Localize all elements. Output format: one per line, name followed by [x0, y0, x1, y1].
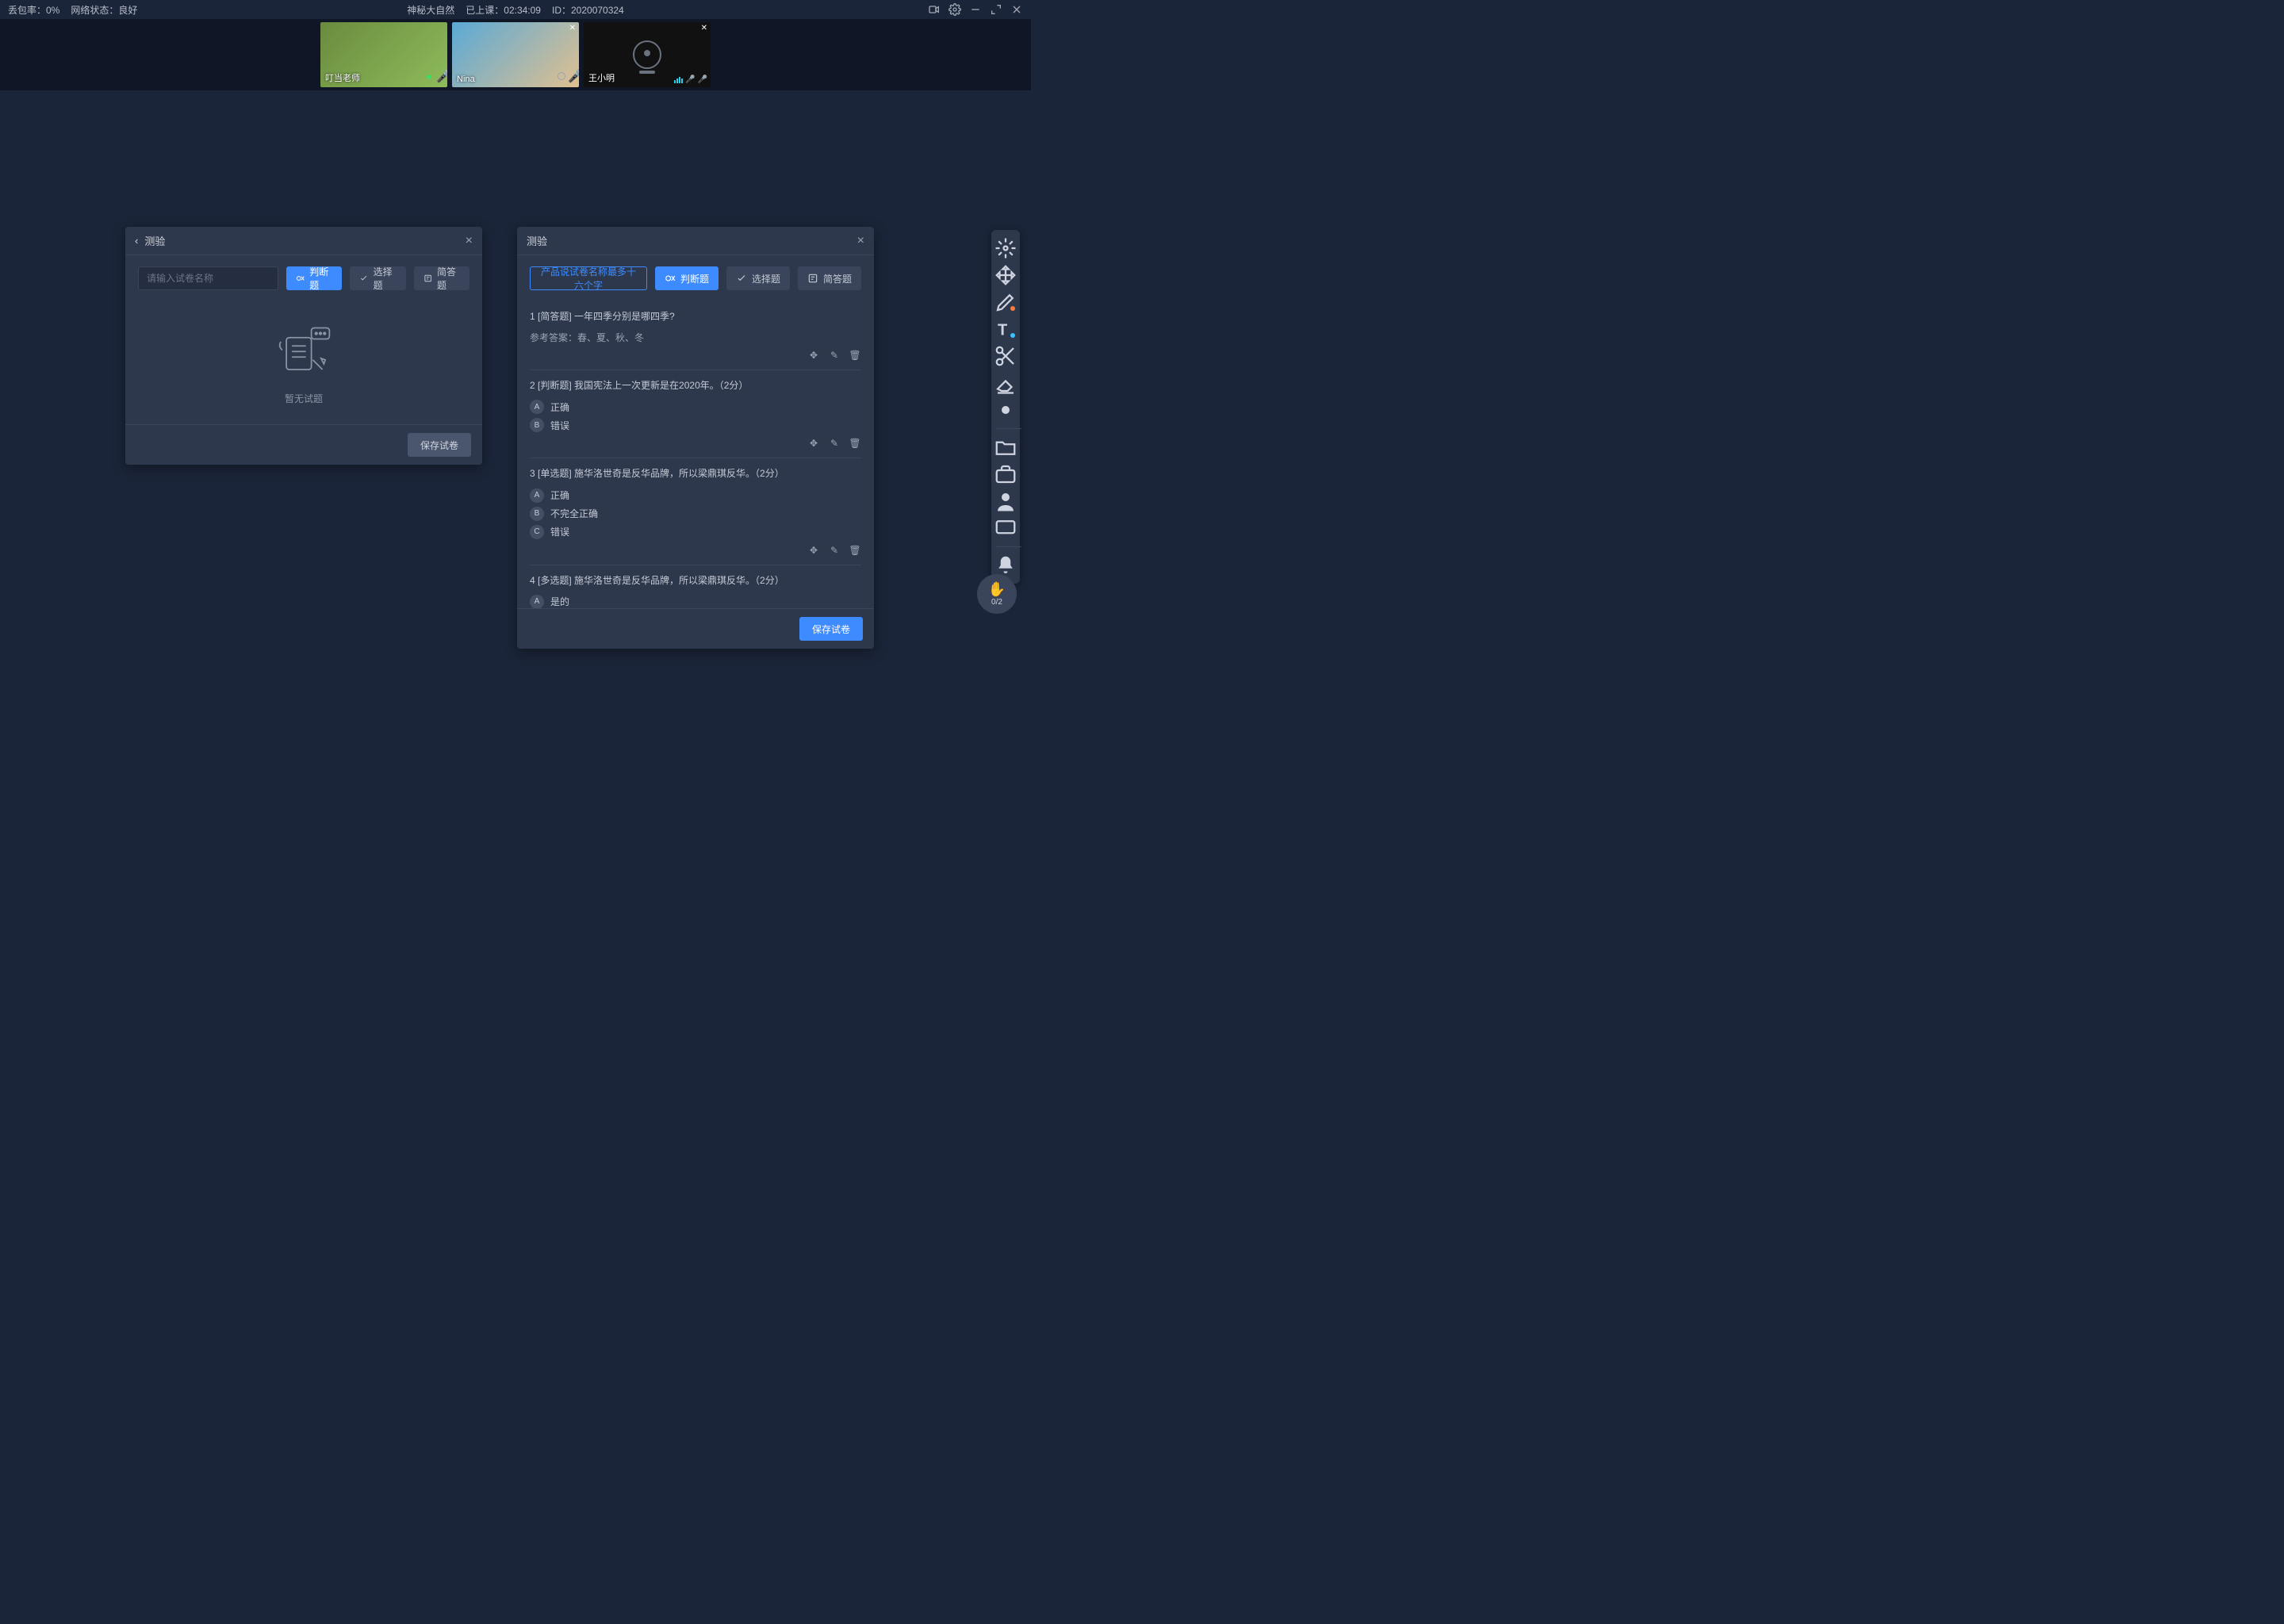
signal-icon [424, 71, 434, 81]
mic-muted-icon: 🎤 [685, 75, 695, 84]
mic-icon: 🎤 [436, 68, 444, 84]
right-toolbar: T [991, 230, 1020, 584]
panel-title: 测验 [527, 233, 547, 248]
delete-icon[interactable]: 🗑 [849, 544, 861, 557]
quiz-panel-empty: ‹ 测验 × 判断题 选择题 简答题 [125, 227, 482, 465]
toolbox-tool[interactable] [993, 462, 1018, 486]
save-quiz-button[interactable]: 保存试卷 [408, 433, 471, 457]
hand-icon: ✋ [988, 581, 1006, 598]
signal-icon [558, 72, 565, 80]
quiz-panel-filled: 测验 × 产品说试卷名称最多十六个字 判断题 选择题 简答题 1 [简答题] 一… [517, 227, 874, 649]
question-1: 1 [简答题] 一年四季分别是哪四季? 参考答案：春、夏、秋、冬 ✥ ✎ 🗑 [530, 301, 861, 370]
empty-state: 暂无试题 [138, 301, 469, 424]
text-tool[interactable]: T [993, 317, 1018, 341]
text-icon [807, 273, 818, 284]
record-icon[interactable] [928, 3, 941, 16]
pen-tool[interactable] [993, 290, 1018, 314]
empty-illustration-icon [272, 325, 335, 381]
separator [996, 546, 1021, 547]
close-icon[interactable]: ✕ [569, 24, 576, 33]
delete-icon[interactable]: 🗑 [849, 349, 861, 362]
shortanswer-type-chip[interactable]: 简答题 [414, 266, 469, 290]
brightness-tool[interactable] [993, 398, 1018, 422]
close-icon[interactable]: ✕ [701, 24, 707, 33]
elapsed: 已上课：02:34:09 [466, 3, 541, 17]
scissors-tool[interactable] [993, 344, 1018, 368]
close-window-icon[interactable] [1010, 3, 1023, 16]
choice-type-chip[interactable]: 选择题 [350, 266, 405, 290]
settings-icon[interactable] [948, 3, 961, 16]
cursor-tool[interactable] [993, 236, 1018, 260]
network-status: 网络状态：良好 [71, 3, 137, 17]
close-icon[interactable]: × [857, 234, 864, 248]
eraser-tool[interactable] [993, 371, 1018, 395]
edit-icon[interactable]: ✎ [828, 349, 841, 362]
empty-text: 暂无试题 [285, 392, 323, 405]
packet-loss: 丢包率：0% [8, 3, 59, 17]
move-icon[interactable]: ✥ [807, 349, 820, 362]
svg-text:T: T [998, 322, 1007, 339]
judge-type-chip[interactable]: 判断题 [286, 266, 342, 290]
mic-icon: 🎤 [698, 75, 707, 84]
question-3: 3 [单选题] 施华洛世奇是反华品牌，所以梁鼎琪反华。（2分） A正确 B不完全… [530, 458, 861, 565]
question-2: 2 [判断题] 我国宪法上一次更新是在2020年。（2分） A正确 B错误 ✥ … [530, 370, 861, 458]
quiz-name-input[interactable]: 产品说试卷名称最多十六个字 [530, 266, 647, 290]
video-tile-teacher[interactable]: 叮当老师 🎤 [320, 22, 447, 87]
quiz-name-input[interactable] [138, 266, 278, 290]
lesson-id: ID：2020070324 [552, 3, 624, 17]
video-tile-student-1[interactable]: ✕ Nina 🎤 [452, 22, 579, 87]
video-strip: 叮当老师 🎤 ✕ Nina 🎤 ✕ 王小明 🎤 🎤 [0, 19, 1031, 90]
text-icon [423, 273, 432, 284]
lesson-title: 神秘大自然 [407, 3, 454, 17]
audio-level-icon [674, 77, 683, 83]
move-icon[interactable]: ✥ [807, 544, 820, 557]
judge-icon [665, 273, 676, 284]
top-bar: 丢包率：0% 网络状态：良好 神秘大自然 已上课：02:34:09 ID：202… [0, 0, 1031, 19]
judge-type-chip[interactable]: 判断题 [655, 266, 719, 290]
minimize-icon[interactable] [969, 3, 982, 16]
chat-tool[interactable] [993, 516, 1018, 540]
back-icon[interactable]: ‹ [135, 235, 138, 247]
mic-icon: 🎤 [568, 68, 576, 84]
move-icon[interactable]: ✥ [807, 437, 820, 450]
edit-icon[interactable]: ✎ [828, 437, 841, 450]
camera-off-icon [633, 40, 661, 69]
people-tool[interactable] [993, 489, 1018, 513]
choice-type-chip[interactable]: 选择题 [726, 266, 790, 290]
panel-title: 测验 [144, 233, 165, 248]
close-icon[interactable]: × [466, 234, 473, 248]
save-quiz-button[interactable]: 保存试卷 [799, 617, 863, 641]
shortanswer-type-chip[interactable]: 简答题 [798, 266, 861, 290]
maximize-icon[interactable] [990, 3, 1002, 16]
edit-icon[interactable]: ✎ [828, 544, 841, 557]
delete-icon[interactable]: 🗑 [849, 437, 861, 450]
hand-raise-button[interactable]: ✋ 0/2 [977, 574, 1017, 614]
move-tool[interactable] [993, 263, 1018, 287]
hand-count: 0/2 [991, 598, 1002, 607]
separator [996, 428, 1021, 429]
judge-icon [296, 273, 305, 284]
choice-icon [736, 273, 747, 284]
question-4: 4 [多选题] 施华洛世奇是反华品牌，所以梁鼎琪反华。（2分） A是的 B不完全… [530, 565, 861, 608]
folder-tool[interactable] [993, 435, 1018, 459]
choice-icon [359, 273, 368, 284]
video-tile-student-2[interactable]: ✕ 王小明 🎤 🎤 [584, 22, 711, 87]
